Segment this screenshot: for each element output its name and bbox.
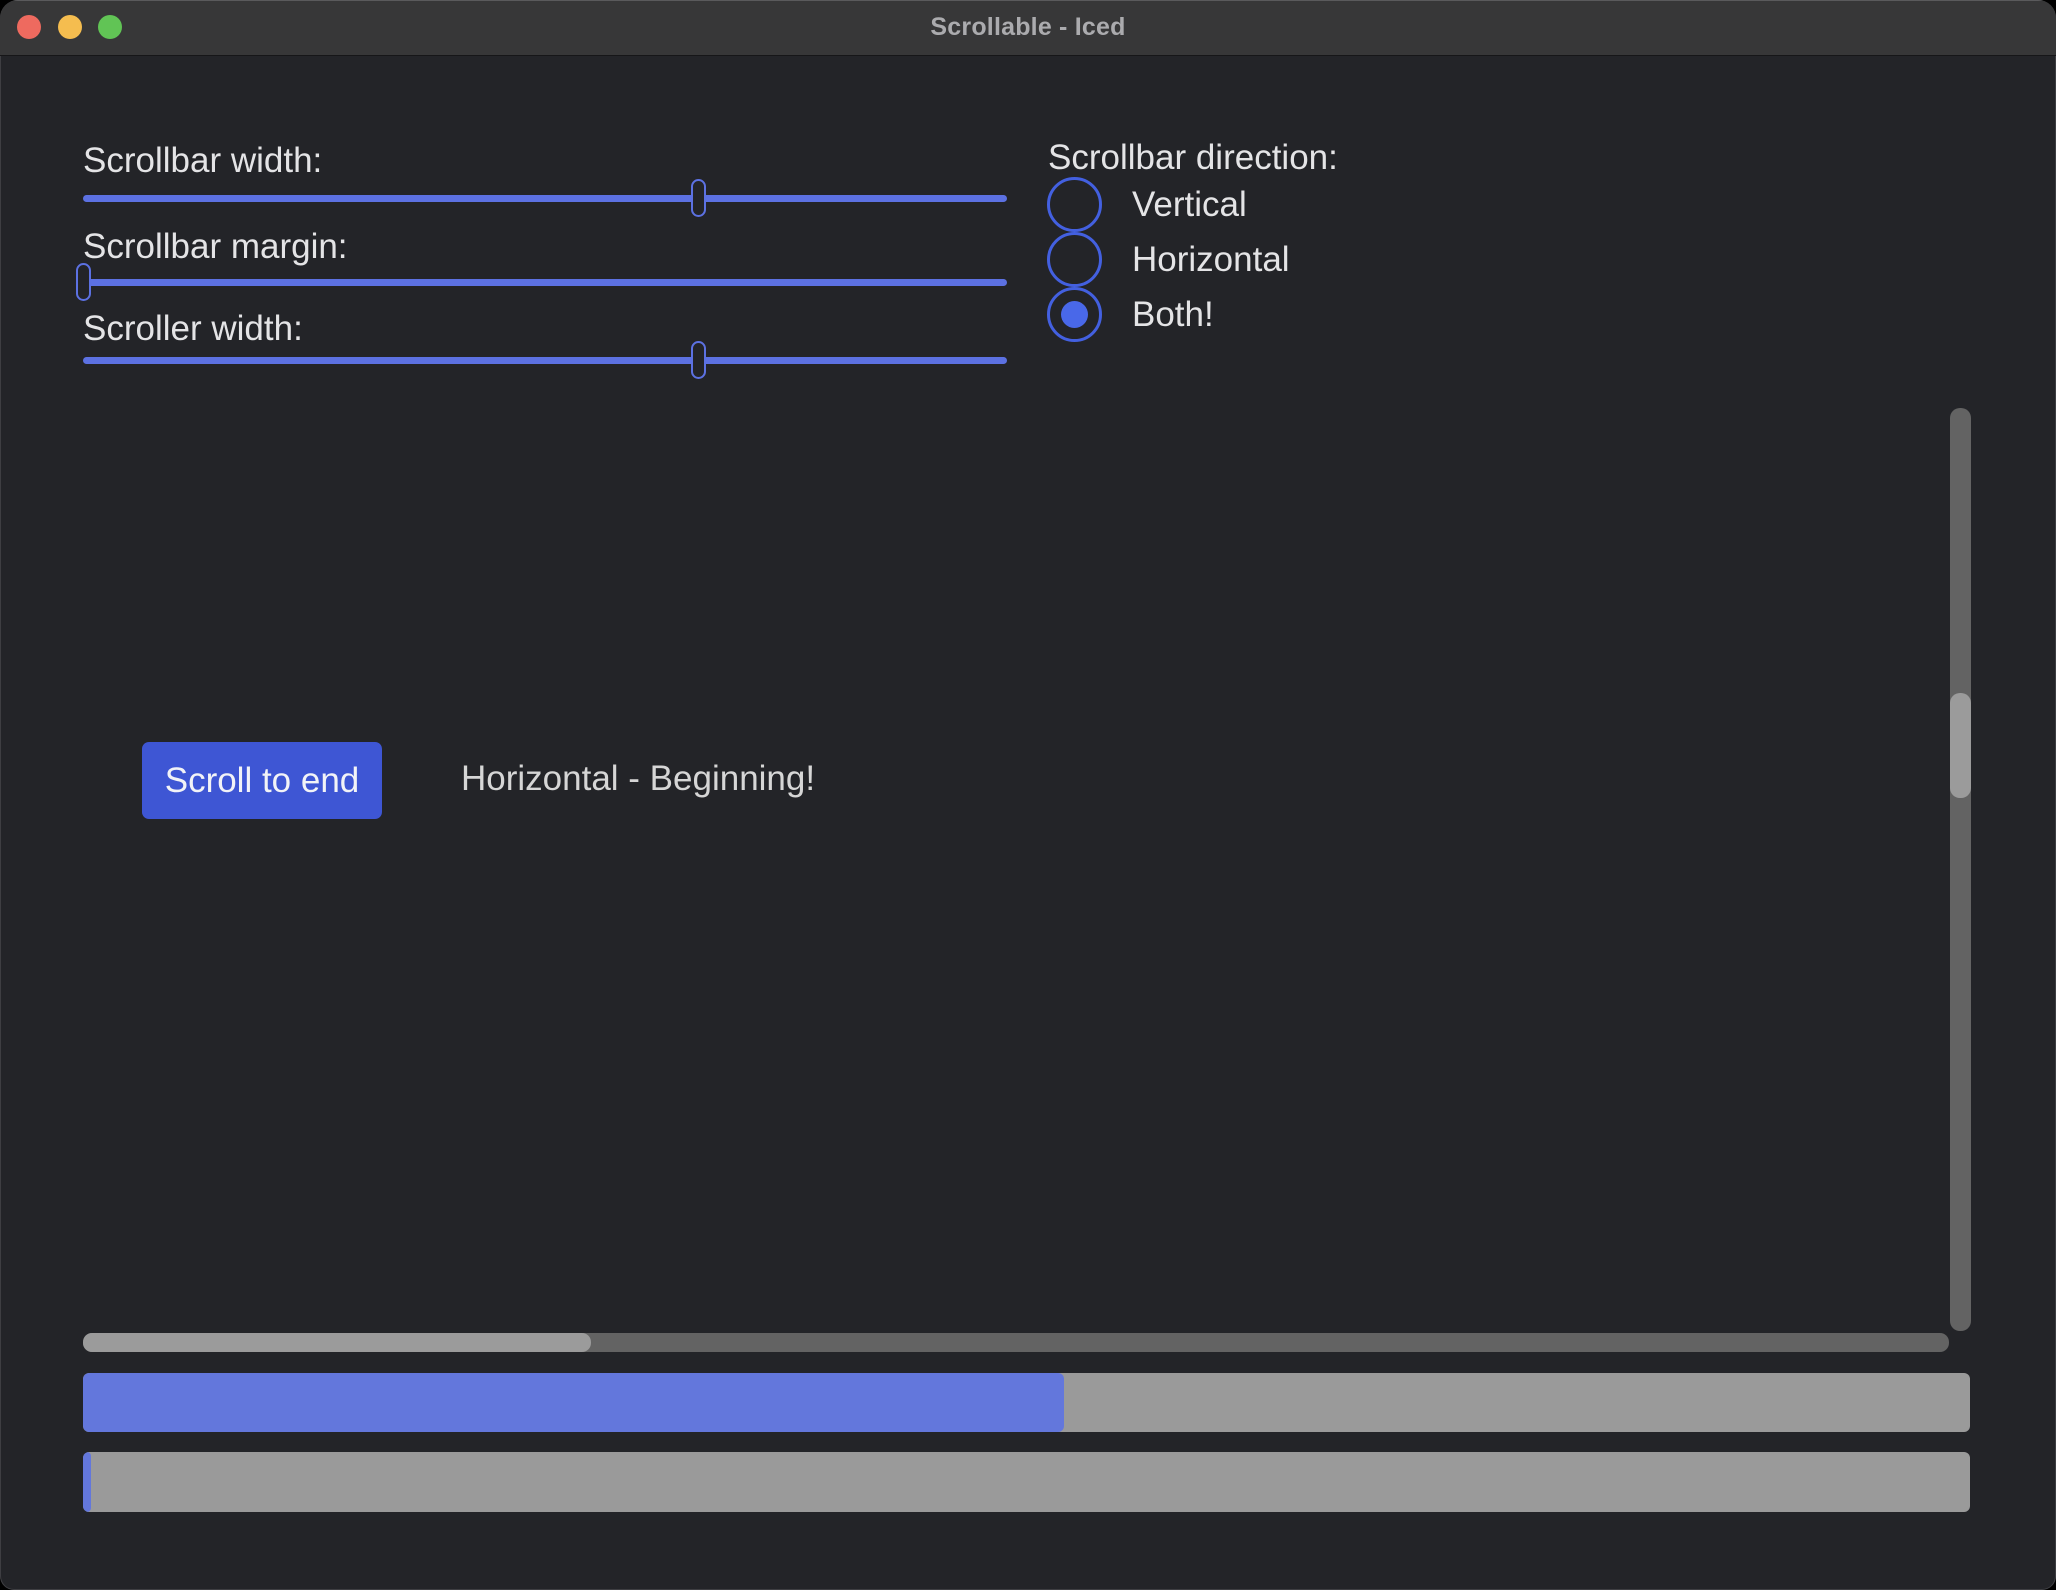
radio-option-label: Vertical bbox=[1132, 185, 1247, 225]
window-title: Scrollable - Iced bbox=[0, 0, 2056, 55]
scroller-width-slider[interactable] bbox=[83, 357, 1007, 364]
scrollbar-width-label: Scrollbar width: bbox=[83, 140, 322, 182]
scrollbar-width-slider-handle[interactable] bbox=[691, 179, 706, 217]
vertical-progress-bar bbox=[83, 1452, 1970, 1512]
radio-circle-selected-icon bbox=[1047, 287, 1102, 342]
scrollbar-margin-label: Scrollbar margin: bbox=[83, 226, 348, 268]
scrollbar-direction-group: Vertical Horizontal Both! bbox=[1047, 177, 1290, 342]
horizontal-progress-fill bbox=[83, 1373, 1064, 1432]
radio-option-label: Horizontal bbox=[1132, 240, 1290, 280]
titlebar: Scrollable - Iced bbox=[0, 0, 2056, 56]
radio-option-both[interactable]: Both! bbox=[1047, 287, 1290, 342]
scrollbar-margin-slider-handle[interactable] bbox=[76, 263, 91, 301]
horizontal-scrollbar-scroller[interactable] bbox=[83, 1333, 591, 1352]
scroller-width-slider-handle[interactable] bbox=[691, 341, 706, 379]
scroll-status-text: Horizontal - Beginning! bbox=[461, 759, 815, 799]
scroller-width-label: Scroller width: bbox=[83, 308, 303, 350]
app-window: Scrollable - Iced Scrollbar width: Scrol… bbox=[0, 0, 2056, 1590]
scrollbar-margin-slider[interactable] bbox=[83, 279, 1007, 286]
radio-circle-icon bbox=[1047, 177, 1102, 232]
radio-circle-icon bbox=[1047, 232, 1102, 287]
vertical-scrollbar-scroller[interactable] bbox=[1950, 693, 1971, 798]
horizontal-scrollbar-track[interactable] bbox=[83, 1333, 1949, 1352]
radio-option-label: Both! bbox=[1132, 295, 1214, 335]
vertical-progress-fill bbox=[83, 1452, 91, 1512]
radio-option-vertical[interactable]: Vertical bbox=[1047, 177, 1290, 232]
radio-option-horizontal[interactable]: Horizontal bbox=[1047, 232, 1290, 287]
scrollbar-width-slider[interactable] bbox=[83, 195, 1007, 202]
scroll-to-end-button[interactable]: Scroll to end bbox=[142, 742, 382, 819]
scrollbar-direction-label: Scrollbar direction: bbox=[1048, 137, 1338, 179]
vertical-scrollbar-track[interactable] bbox=[1950, 408, 1971, 1331]
horizontal-progress-bar bbox=[83, 1373, 1970, 1432]
